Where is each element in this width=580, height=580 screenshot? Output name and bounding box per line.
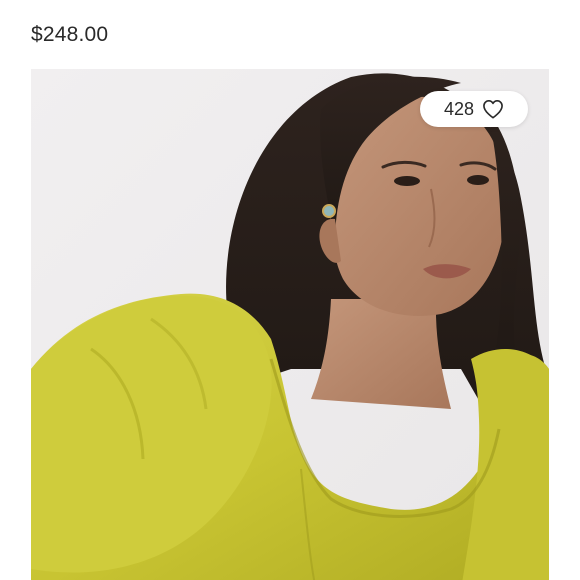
product-price: $248.00 bbox=[31, 23, 109, 46]
product-photo-illustration bbox=[31, 69, 549, 580]
product-photo[interactable] bbox=[31, 69, 549, 580]
like-button[interactable]: 428 bbox=[420, 91, 528, 127]
heart-outline-icon bbox=[482, 99, 504, 119]
like-count: 428 bbox=[443, 99, 475, 119]
product-card: $248.00 428 bbox=[0, 0, 580, 580]
